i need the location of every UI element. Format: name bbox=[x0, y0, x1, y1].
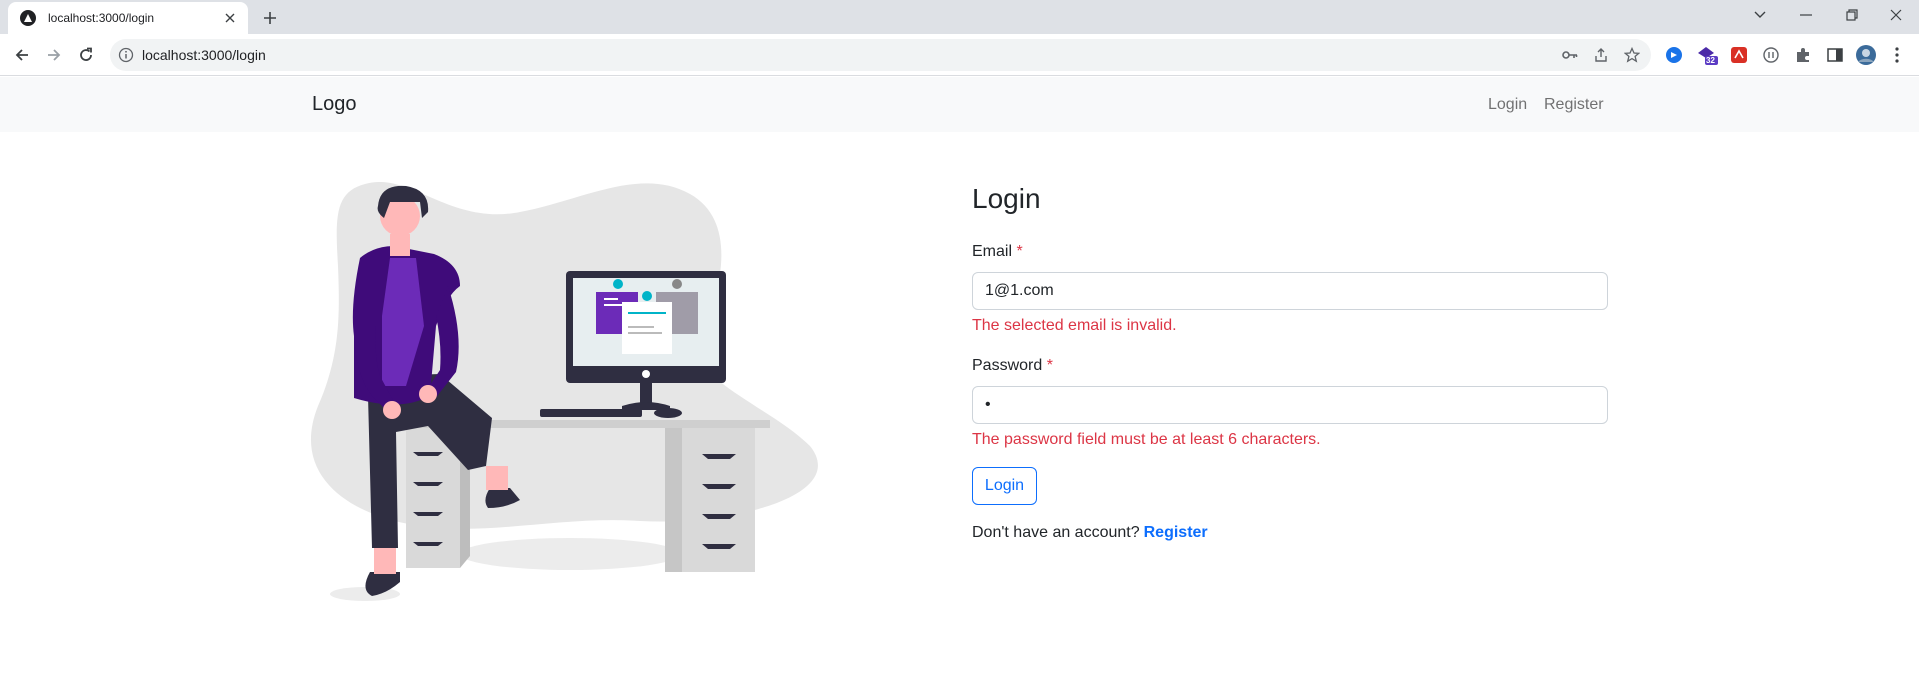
favicon-icon bbox=[20, 10, 36, 26]
register-link[interactable]: Register bbox=[1144, 524, 1208, 541]
extension-badge-count: 32 bbox=[1706, 56, 1715, 65]
email-field-value: 1@1.com bbox=[985, 282, 1054, 299]
login-button[interactable]: Login bbox=[972, 467, 1037, 505]
profile-avatar-icon[interactable] bbox=[1855, 44, 1877, 66]
brand-logo[interactable]: Logo bbox=[312, 93, 357, 116]
extensions-puzzle-icon[interactable] bbox=[1792, 44, 1814, 66]
tab-title: localhost:3000/login bbox=[48, 11, 155, 25]
site-info-icon[interactable] bbox=[118, 47, 134, 63]
signup-prompt: Don't have an account? Register bbox=[972, 524, 1208, 542]
browser-toolbar: localhost:3000/login 32 bbox=[0, 34, 1919, 76]
restore-icon[interactable] bbox=[1829, 0, 1875, 30]
browser-tabstrip: localhost:3000/login bbox=[0, 0, 1919, 34]
key-icon[interactable] bbox=[1561, 46, 1579, 64]
close-tab-icon[interactable] bbox=[222, 10, 238, 26]
nav-link-login[interactable]: Login bbox=[1488, 96, 1527, 114]
password-label: Password * bbox=[972, 357, 1053, 375]
email-label-text: Email bbox=[972, 243, 1013, 260]
password-field-value: • bbox=[985, 396, 991, 413]
password-field[interactable]: • bbox=[972, 386, 1608, 424]
side-panel-icon[interactable] bbox=[1824, 44, 1846, 66]
extension-devtools-icon[interactable] bbox=[1760, 44, 1782, 66]
nav-link-register[interactable]: Register bbox=[1544, 96, 1604, 114]
url-text: localhost:3000/login bbox=[142, 47, 266, 63]
browser-tab[interactable]: localhost:3000/login bbox=[8, 2, 248, 34]
signup-prompt-text: Don't have an account? bbox=[972, 524, 1140, 541]
extension-blue-icon[interactable] bbox=[1663, 44, 1685, 66]
extension-badge-icon[interactable]: 32 bbox=[1696, 44, 1718, 66]
minimize-icon[interactable] bbox=[1783, 0, 1829, 30]
email-error-message: The selected email is invalid. bbox=[972, 317, 1177, 334]
browser-menu-icon[interactable] bbox=[1886, 44, 1908, 66]
login-illustration bbox=[310, 181, 818, 601]
reload-icon[interactable] bbox=[74, 43, 98, 67]
tab-search-icon[interactable] bbox=[1737, 0, 1783, 30]
extension-red-icon[interactable] bbox=[1728, 44, 1750, 66]
email-field[interactable]: 1@1.com bbox=[972, 272, 1608, 310]
share-icon[interactable] bbox=[1592, 46, 1610, 64]
forward-icon[interactable] bbox=[42, 43, 66, 67]
email-label: Email * bbox=[972, 243, 1023, 261]
page-title: Login bbox=[972, 183, 1041, 214]
bookmark-star-icon[interactable] bbox=[1623, 46, 1641, 64]
password-error-message: The password field must be at least 6 ch… bbox=[972, 431, 1321, 448]
close-window-icon[interactable] bbox=[1873, 0, 1919, 30]
address-bar[interactable]: localhost:3000/login bbox=[110, 39, 1651, 71]
new-tab-icon[interactable] bbox=[258, 6, 282, 30]
site-navbar: Logo Login Register bbox=[0, 77, 1919, 132]
back-icon[interactable] bbox=[10, 43, 34, 67]
password-label-text: Password bbox=[972, 357, 1043, 374]
required-asterisk: * bbox=[1046, 357, 1053, 374]
required-asterisk: * bbox=[1016, 243, 1023, 260]
